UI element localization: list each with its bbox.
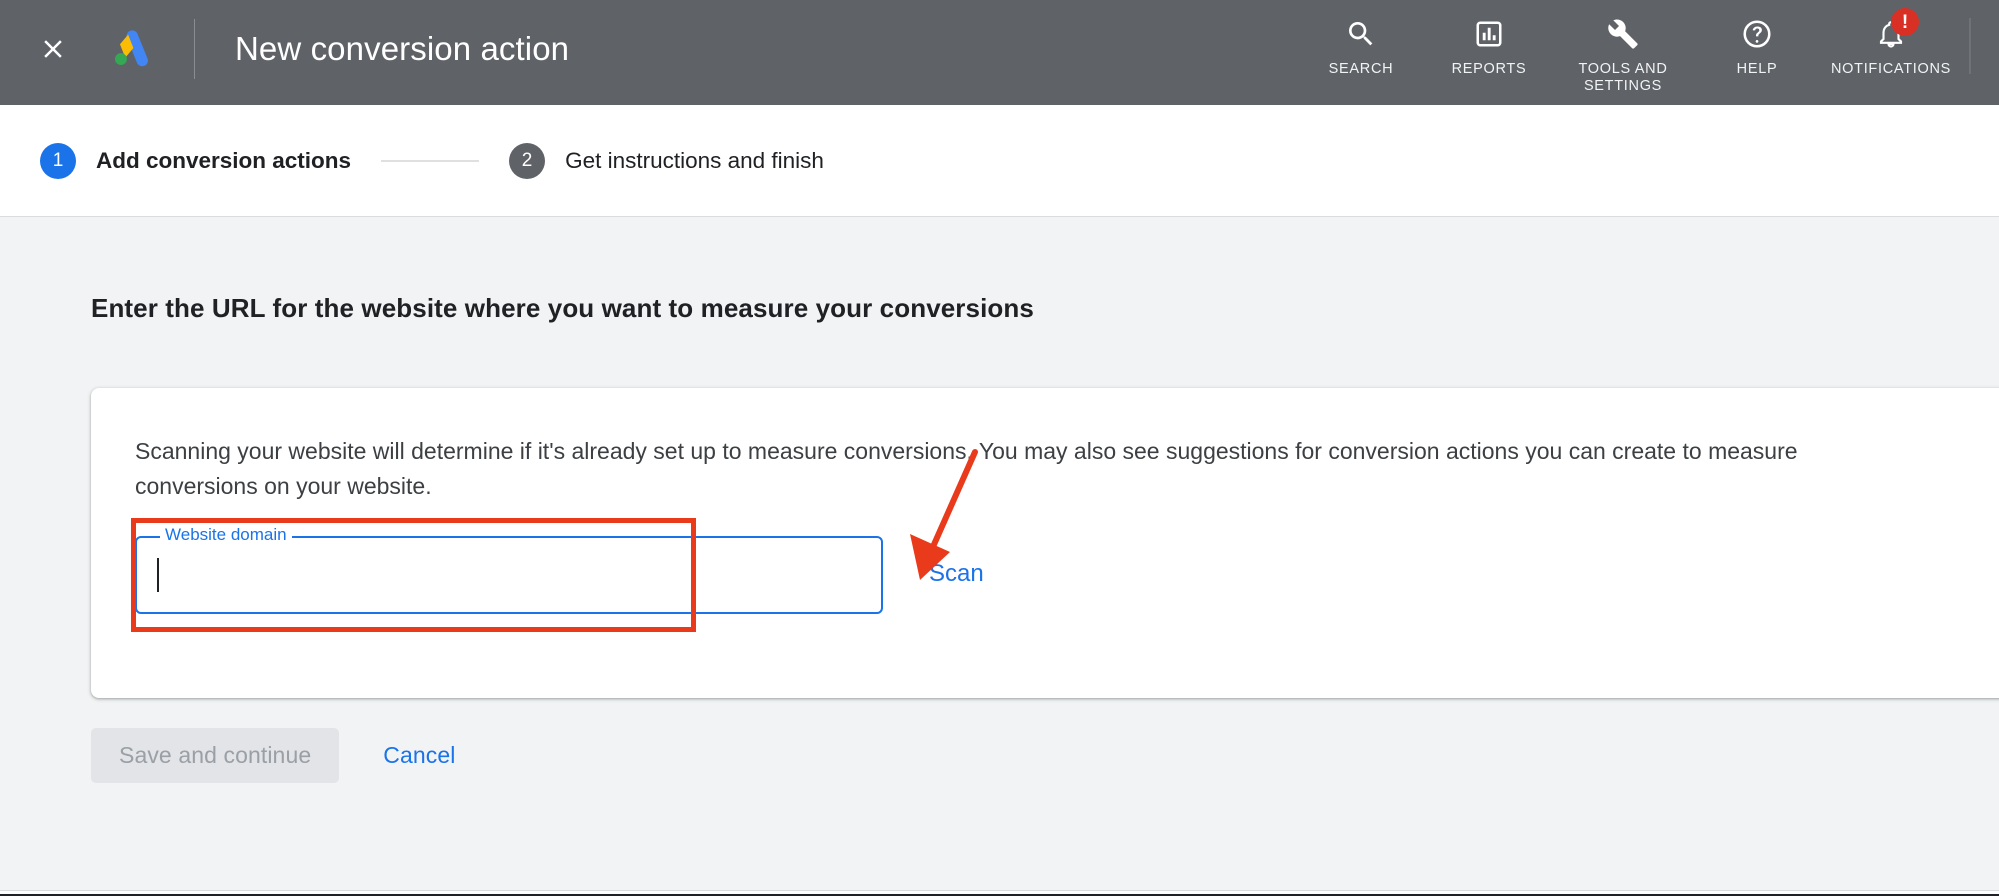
toolbar-notifications-label: NOTIFICATIONS <box>1831 61 1951 77</box>
scan-button[interactable]: Scan <box>929 560 984 588</box>
main-heading: Enter the URL for the website where you … <box>91 293 1034 323</box>
header-toolbar: SEARCH REPORTS TOOLS AND SETTINGS HELP !… <box>1297 0 1999 105</box>
stepper: 1 Add conversion actions 2 Get instructi… <box>0 105 1999 217</box>
stepper-step-2[interactable]: 2 Get instructions and finish <box>509 142 824 179</box>
page-title: New conversion action <box>235 30 570 67</box>
reports-icon <box>1474 14 1504 54</box>
google-ads-new-conversion-action-page: New conversion action SEARCH REPORTS TOO… <box>0 0 1999 896</box>
step-2-number: 2 <box>509 142 546 179</box>
toolbar-help-label: HELP <box>1736 61 1778 77</box>
toolbar-tools-and-settings[interactable]: TOOLS AND SETTINGS <box>1553 8 1693 95</box>
stepper-step-1[interactable]: 1 Add conversion actions <box>40 142 352 179</box>
wrench-icon <box>1607 14 1639 54</box>
google-ads-logo <box>106 24 156 74</box>
form-actions: Save and continue Cancel <box>91 728 467 783</box>
text-caret <box>157 558 159 592</box>
viewport-bottom-edge <box>0 890 1999 896</box>
bell-icon: ! <box>1876 8 1919 54</box>
card-description: Scanning your website will determine if … <box>135 438 1798 499</box>
stepper-connector <box>381 159 480 162</box>
toolbar-search[interactable]: SEARCH <box>1297 8 1425 78</box>
step-1-label: Add conversion actions <box>96 147 352 173</box>
main-content: Enter the URL for the website where you … <box>0 218 1999 876</box>
cancel-button[interactable]: Cancel <box>371 742 467 769</box>
toolbar-reports-label: REPORTS <box>1451 61 1527 77</box>
toolbar-notifications[interactable]: ! NOTIFICATIONS <box>1821 8 1961 78</box>
header-divider <box>194 19 195 79</box>
website-domain-field[interactable]: Website domain <box>135 523 883 614</box>
header-right-edge <box>1969 18 1971 74</box>
notification-badge: ! <box>1891 8 1919 36</box>
app-header: New conversion action SEARCH REPORTS TOO… <box>0 0 1999 105</box>
scan-website-card: Scanning your website will determine if … <box>91 388 1999 698</box>
search-icon <box>1345 14 1377 54</box>
toolbar-tools-label: TOOLS AND SETTINGS <box>1578 61 1668 94</box>
save-and-continue-button[interactable]: Save and continue <box>91 728 340 783</box>
step-1-number: 1 <box>40 142 76 179</box>
toolbar-reports[interactable]: REPORTS <box>1425 8 1553 78</box>
header-left-group: New conversion action <box>0 0 569 98</box>
toolbar-search-label: SEARCH <box>1328 61 1394 77</box>
step-2-label: Get instructions and finish <box>565 147 824 173</box>
close-icon[interactable] <box>30 26 76 72</box>
toolbar-help[interactable]: HELP <box>1693 8 1821 78</box>
website-domain-input[interactable] <box>137 538 881 612</box>
help-icon <box>1741 14 1773 54</box>
